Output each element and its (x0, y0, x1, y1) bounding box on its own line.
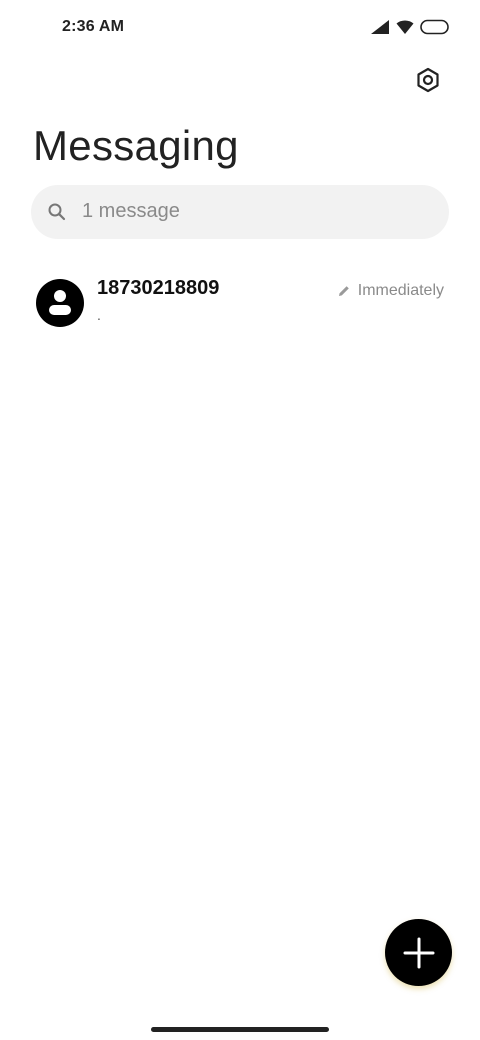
home-indicator[interactable] (151, 1027, 329, 1032)
avatar (36, 279, 84, 327)
status-bar: 2:36 AM (0, 0, 480, 56)
conversation-time: Immediately (357, 282, 444, 299)
search-input[interactable]: 1 message (31, 185, 449, 239)
conversation-preview: . (97, 307, 101, 323)
messaging-screen: 2:36 AM Messaging 1 message 18730218809 … (0, 0, 480, 1040)
new-message-button[interactable] (385, 919, 452, 986)
conversation-item[interactable]: 18730218809 . Immediately (0, 262, 480, 346)
status-time: 2:36 AM (62, 18, 125, 35)
page-title: Messaging (33, 122, 239, 169)
settings-button[interactable] (412, 64, 444, 96)
conversation-name: 18730218809 (97, 277, 220, 299)
conversation-meta: Immediately (337, 282, 444, 300)
status-icons (370, 18, 450, 36)
search-icon (48, 203, 66, 221)
battery-icon (420, 19, 450, 35)
cellular-signal-icon (370, 19, 390, 35)
settings-gear-icon (417, 67, 439, 93)
wifi-icon (396, 19, 414, 35)
search-placeholder: 1 message (82, 200, 180, 222)
plus-icon (403, 937, 434, 968)
contact-person-icon (49, 290, 71, 315)
draft-pencil-icon (338, 286, 349, 296)
